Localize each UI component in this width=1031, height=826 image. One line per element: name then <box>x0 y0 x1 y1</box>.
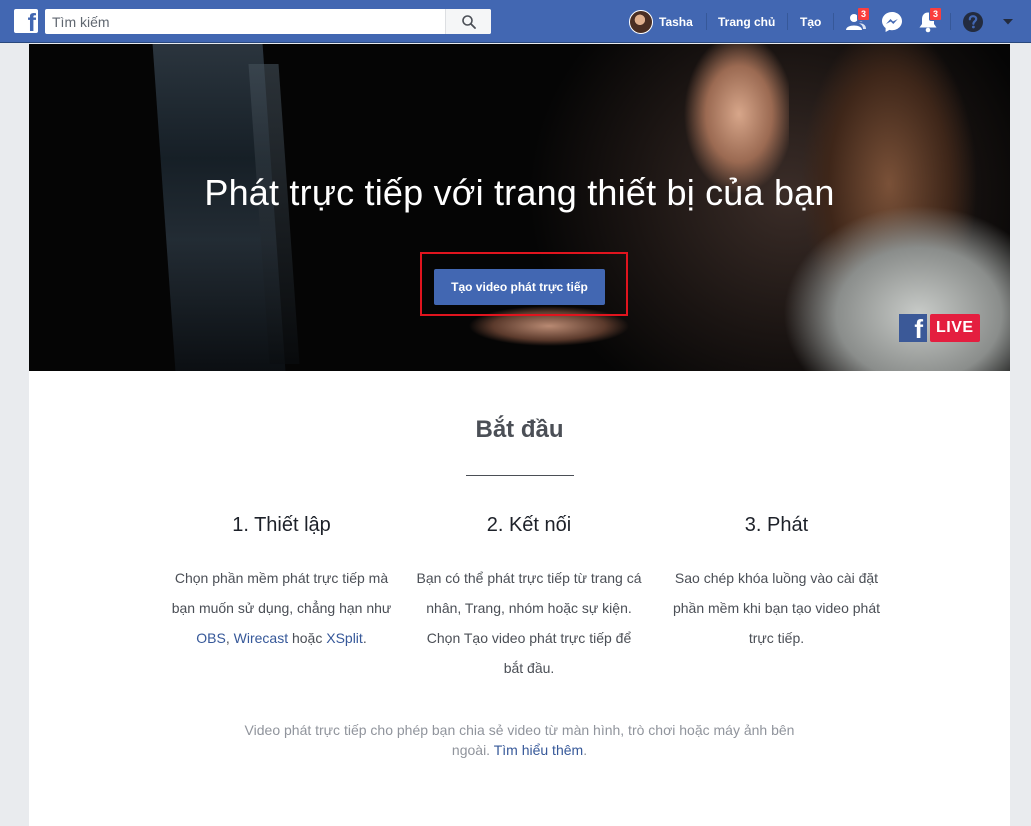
step-text: , <box>225 630 234 646</box>
main-content: Phát trực tiếp với trang thiết bị của bạ… <box>29 44 1010 826</box>
facebook-f-icon: f <box>899 314 927 342</box>
footer-note: Video phát trực tiếp cho phép bạn chia s… <box>229 720 810 760</box>
wirecast-link[interactable]: Wirecast <box>234 630 288 646</box>
step-text: . <box>362 630 367 646</box>
create-live-video-button[interactable]: Tạo video phát trực tiếp <box>434 269 605 305</box>
notifications-button[interactable]: 3 <box>914 7 942 36</box>
nav-divider <box>706 13 707 30</box>
obs-link[interactable]: OBS <box>196 630 226 646</box>
caret-down-icon <box>1003 19 1013 25</box>
step-text: Chọn phần mềm phát trực tiếp mà bạn muốn… <box>171 570 392 616</box>
create-label: Tạo <box>800 14 822 29</box>
home-label: Trang chủ <box>718 14 776 29</box>
footer-end: . <box>583 742 588 758</box>
step-description: Sao chép khóa luồng vào cài đặt phần mềm… <box>672 570 881 646</box>
search-bar <box>45 9 491 34</box>
step-title: 3. Phát <box>744 514 809 536</box>
step-setup: 1. Thiết lập Chọn phần mềm phát trực tiế… <box>169 514 394 683</box>
home-link[interactable]: Trang chủ <box>718 0 775 43</box>
friend-requests-badge: 3 <box>857 7 870 21</box>
hero-banner: Phát trực tiếp với trang thiết bị của bạ… <box>29 44 1010 371</box>
xsplit-link[interactable]: XSplit <box>326 630 363 646</box>
avatar <box>629 9 653 34</box>
step-title: 2. Kết nối <box>486 514 572 536</box>
section-title: Bắt đầu <box>475 416 564 443</box>
step-description: Bạn có thể phát trực tiếp từ trang cá nh… <box>416 570 642 676</box>
nav-divider <box>787 13 788 30</box>
step-title: 1. Thiết lập <box>232 514 331 536</box>
nav-divider <box>833 13 834 30</box>
create-link[interactable]: Tạo <box>800 0 821 43</box>
search-input[interactable] <box>45 9 445 34</box>
steps-list: 1. Thiết lập Chọn phần mềm phát trực tiế… <box>169 514 889 683</box>
step-broadcast: 3. Phát Sao chép khóa luồng vào cài đặt … <box>664 514 889 683</box>
profile-link[interactable]: Tasha <box>629 0 693 43</box>
search-button[interactable] <box>445 9 491 34</box>
help-button[interactable] <box>959 8 987 36</box>
step-text: hoặc <box>288 630 327 646</box>
help-icon <box>963 12 983 32</box>
top-navigation-bar: f Tasha Trang chủ Tạo 3 <box>0 0 1031 43</box>
notifications-badge: 3 <box>929 7 942 21</box>
friend-requests-button[interactable]: 3 <box>842 7 870 36</box>
messenger-icon <box>882 12 902 32</box>
step-description: Chọn phần mềm phát trực tiếp mà bạn muốn… <box>169 563 394 653</box>
hero-image-hoodie <box>769 194 1010 371</box>
step-connect: 2. Kết nối Bạn có thể phát trực tiếp từ … <box>417 514 642 683</box>
nav-divider <box>950 13 951 30</box>
facebook-live-logo: f LIVE <box>899 314 980 342</box>
search-icon <box>461 14 476 29</box>
learn-more-link[interactable]: Tìm hiểu thêm <box>494 742 583 758</box>
hero-title: Phát trực tiếp với trang thiết bị của bạ… <box>204 172 835 213</box>
messenger-button[interactable] <box>878 8 906 36</box>
facebook-logo-icon[interactable]: f <box>14 9 38 33</box>
section-divider <box>466 475 574 476</box>
live-badge: LIVE <box>930 314 980 342</box>
account-menu-button[interactable] <box>994 8 1022 36</box>
user-name: Tasha <box>659 14 693 29</box>
